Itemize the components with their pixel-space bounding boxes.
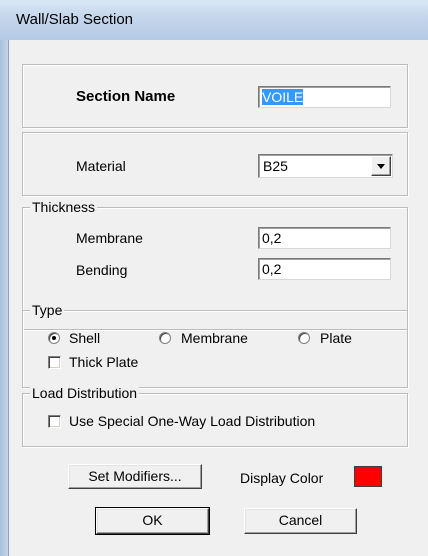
display-color-label: Display Color: [240, 470, 324, 486]
radio-dot-icon: [52, 336, 56, 340]
membrane-label: Membrane: [76, 230, 143, 246]
material-dropdown-button[interactable]: [371, 156, 391, 176]
dialog-client-area: Section Name VOILE Material B25 Thicknes…: [8, 40, 428, 556]
material-label: Material: [76, 158, 126, 174]
display-color-swatch[interactable]: [354, 466, 382, 487]
thickness-legend: Thickness: [30, 199, 98, 215]
thick-plate-label[interactable]: Thick Plate: [69, 354, 138, 370]
shell-label[interactable]: Shell: [69, 330, 100, 346]
set-modifiers-button[interactable]: Set Modifiers...: [68, 464, 202, 489]
cancel-button[interactable]: Cancel: [244, 508, 357, 534]
membrane-radio[interactable]: [159, 332, 171, 344]
shell-radio[interactable]: [48, 332, 60, 344]
one-way-load-checkbox[interactable]: [48, 415, 61, 428]
window-frame-left: [0, 40, 8, 556]
section-name-value: VOILE: [262, 89, 304, 105]
material-select[interactable]: B25: [258, 154, 393, 178]
material-value: B25: [263, 158, 288, 174]
section-name-label: Section Name: [76, 88, 176, 105]
membrane-thickness-input[interactable]: 0,2: [258, 227, 391, 249]
material-group: Material B25: [22, 132, 408, 196]
plate-label[interactable]: Plate: [320, 330, 352, 346]
section-name-input[interactable]: VOILE: [258, 86, 391, 108]
ok-button[interactable]: OK: [95, 507, 210, 535]
one-way-load-label[interactable]: Use Special One-Way Load Distribution: [69, 413, 315, 429]
bending-thickness-input[interactable]: 0,2: [258, 258, 391, 280]
type-legend: Type: [30, 302, 65, 318]
bending-label: Bending: [76, 262, 128, 278]
section-name-group: Section Name VOILE: [22, 64, 408, 128]
plate-radio[interactable]: [298, 332, 310, 344]
load-distribution-group: Load Distribution Use Special One-Way Lo…: [22, 385, 408, 447]
type-group: Type Shell Membrane Plate Thick Plate: [22, 302, 408, 388]
chevron-down-icon: [377, 164, 385, 169]
title-bar[interactable]: Wall/Slab Section: [0, 0, 428, 40]
window-title: Wall/Slab Section: [16, 11, 133, 28]
load-distribution-legend: Load Distribution: [30, 385, 140, 401]
thick-plate-checkbox[interactable]: [48, 356, 61, 369]
membrane-type-label[interactable]: Membrane: [181, 330, 248, 346]
